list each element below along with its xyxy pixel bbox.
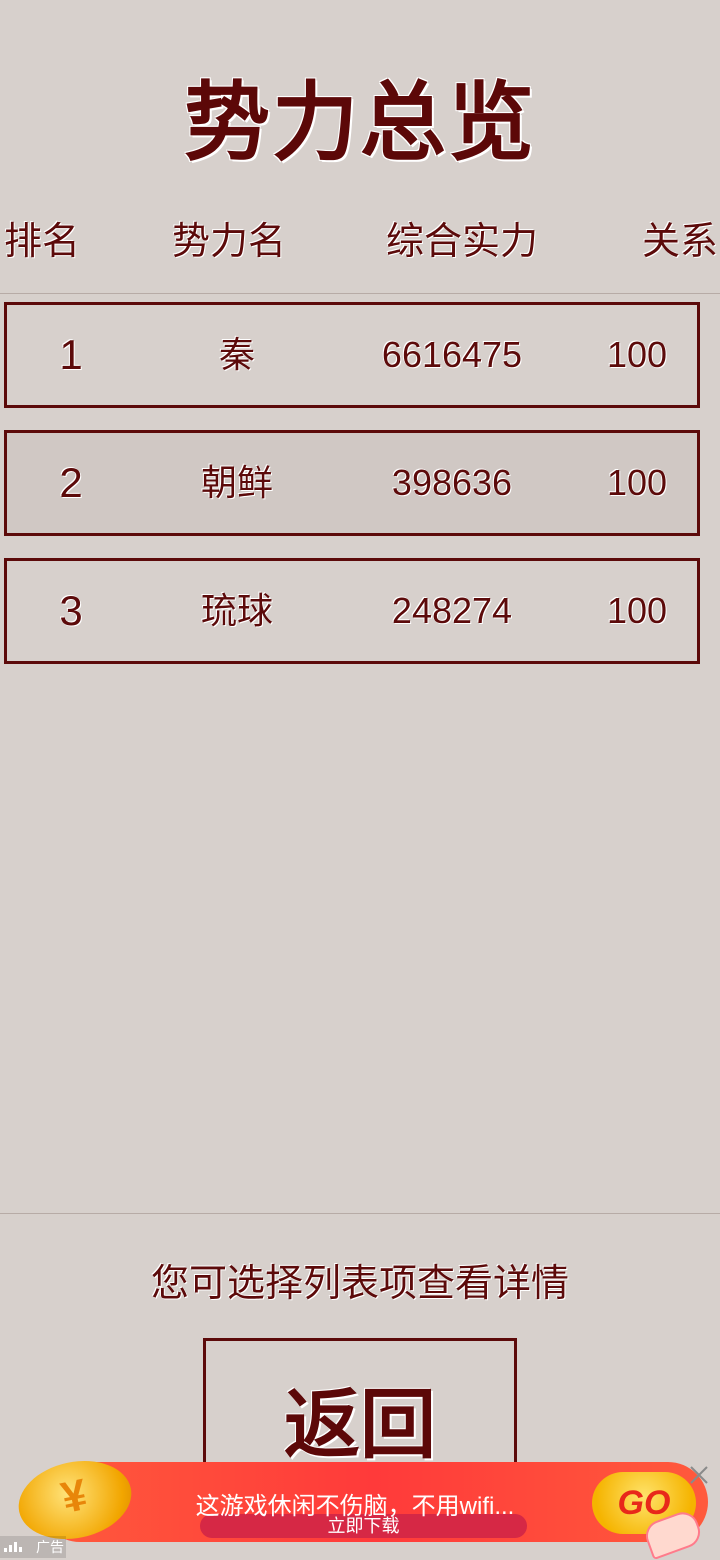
page-title: 势力总览 — [184, 75, 536, 171]
row-relation: 100 — [606, 590, 668, 631]
close-icon[interactable] — [688, 1464, 710, 1486]
row-power: 398636 — [391, 462, 513, 503]
row-name: 朝鲜 — [200, 462, 273, 503]
signal-icon — [4, 1542, 22, 1552]
header-name: 势力名 — [172, 221, 287, 263]
hint-text: 您可选择列表项查看详情 — [150, 1263, 569, 1305]
row-relation: 100 — [606, 334, 668, 375]
table-header: 排名 势力名 综合实力 关系 — [0, 210, 720, 266]
header-relation: 关系 — [642, 221, 719, 263]
footer-divider — [0, 1213, 720, 1214]
row-power: 6616475 — [381, 334, 523, 375]
row-name: 秦 — [218, 334, 255, 375]
ad-label: 广告 — [0, 1536, 66, 1558]
row-relation: 100 — [606, 462, 668, 503]
header-divider — [0, 293, 720, 294]
row-power: 248274 — [391, 590, 513, 631]
row-name: 琉球 — [200, 590, 273, 631]
header-power: 综合实力 — [386, 221, 539, 263]
table-row[interactable]: 2 朝鲜 398636 100 — [4, 430, 700, 536]
table-row[interactable]: 3 琉球 248274 100 — [4, 558, 700, 664]
back-button-label: 返回 — [284, 1383, 436, 1468]
header-rank: 排名 — [4, 221, 81, 263]
row-rank: 1 — [59, 331, 83, 378]
table-row[interactable]: 1 秦 6616475 100 — [4, 302, 700, 408]
row-rank: 2 — [59, 459, 83, 506]
ad-label-text: 广告 — [36, 1539, 64, 1555]
ad-text: 这游戏休闲不伤脑，不用wifi... — [195, 1493, 515, 1520]
row-rank: 3 — [59, 587, 83, 634]
